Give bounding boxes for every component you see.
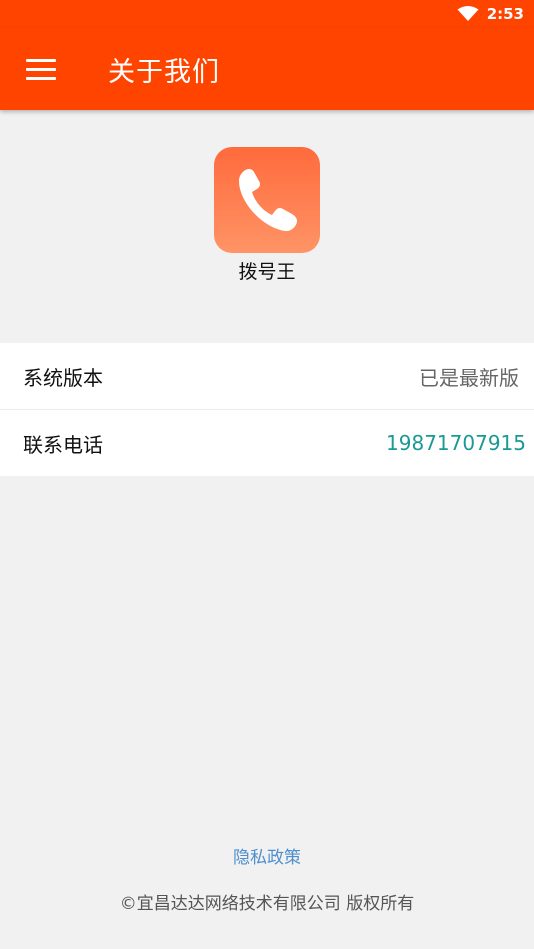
- menu-button[interactable]: [0, 28, 84, 110]
- hamburger-menu-icon: [26, 58, 56, 80]
- app-logo-section: 拨号王: [0, 147, 534, 284]
- app-name: 拨号王: [238, 261, 296, 283]
- contact-phone-label: 联系电话: [23, 432, 103, 457]
- about-us-screen: 2:53 关于我们 拨号王 系统版本 已是最新版 联系电话 1987170791…: [0, 0, 534, 949]
- page-title: 关于我们: [108, 56, 220, 88]
- status-time: 2:53: [486, 5, 524, 23]
- version-row[interactable]: 系统版本 已是最新版: [0, 343, 534, 409]
- contact-phone-row[interactable]: 联系电话 19871707915: [0, 409, 534, 476]
- app-bar: 关于我们: [0, 28, 534, 110]
- copyright-text: ©宜昌达达网络技术有限公司 版权所有: [119, 894, 415, 914]
- privacy-policy-link[interactable]: 隐私政策: [0, 843, 534, 868]
- version-label: 系统版本: [23, 365, 103, 390]
- status-bar: 2:53: [0, 0, 534, 28]
- app-logo: [214, 147, 320, 253]
- phone-icon: [239, 169, 297, 232]
- info-list: 系统版本 已是最新版 联系电话 19871707915: [0, 343, 534, 476]
- version-value: 已是最新版: [419, 365, 519, 390]
- wifi-icon: [457, 6, 479, 21]
- contact-phone-value[interactable]: 19871707915: [386, 431, 526, 455]
